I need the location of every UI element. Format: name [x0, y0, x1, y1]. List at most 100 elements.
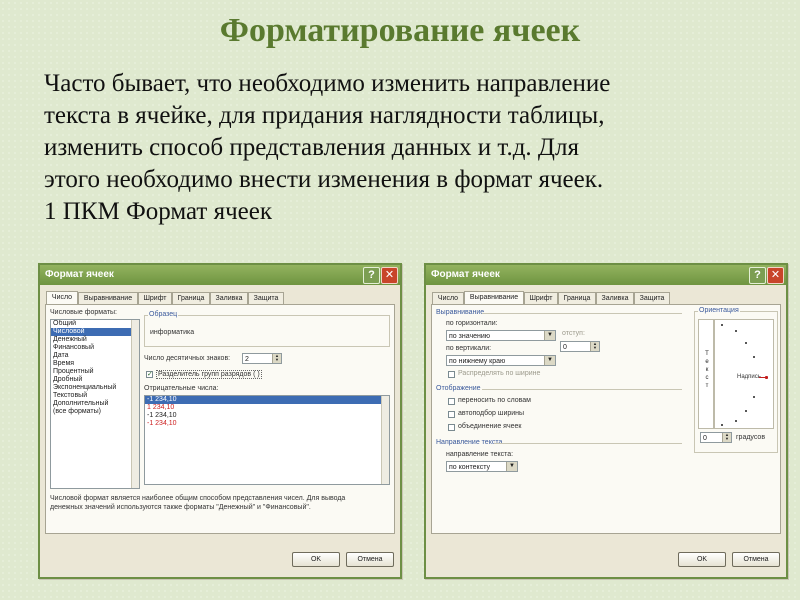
- direction-select[interactable]: по контексту ▼: [446, 461, 518, 472]
- horizontal-value: по значению: [449, 333, 491, 340]
- slide-title: Форматирование ячеек: [219, 12, 581, 49]
- help-button[interactable]: ?: [363, 267, 380, 284]
- help-button[interactable]: ?: [749, 267, 766, 284]
- tab-number[interactable]: Число: [432, 292, 464, 304]
- format-list-item[interactable]: Дробный: [51, 376, 139, 384]
- tab-font[interactable]: Шрифт: [138, 292, 172, 304]
- orientation-dial[interactable]: Надпись: [714, 319, 774, 429]
- vertical-label: по вертикали:: [446, 345, 492, 352]
- vertical-text-letter: с: [705, 375, 709, 381]
- degrees-label: градусов: [736, 434, 766, 441]
- negative-numbers-list[interactable]: -1 234,10 1 234,10 -1 234,10 -1 234,10: [144, 395, 390, 485]
- vertical-text-box[interactable]: Текст: [698, 319, 714, 429]
- spin-arrows-icon[interactable]: ▲ ▼: [722, 433, 731, 442]
- vertical-value: по нижнему краю: [449, 358, 506, 365]
- decimals-label: Число десятичных знаков:: [144, 355, 231, 362]
- autofit-checkbox[interactable]: [448, 411, 455, 418]
- wrap-label: переносить по словам: [458, 397, 531, 404]
- vertical-text-letter: Т: [705, 351, 709, 357]
- slide-body-text: Часто бывает, что необходимо изменить на…: [44, 68, 764, 228]
- orientation-dot: [745, 342, 747, 344]
- format-list-item[interactable]: Текстовый: [51, 392, 139, 400]
- scrollbar[interactable]: [381, 396, 389, 484]
- spin-arrows-icon[interactable]: ▲ ▼: [272, 354, 281, 363]
- vertical-text-letter: к: [705, 367, 709, 373]
- tab-protection[interactable]: Защита: [248, 292, 284, 304]
- spin-arrows-icon[interactable]: ▲ ▼: [590, 342, 599, 351]
- horizontal-select[interactable]: по значению ▼: [446, 330, 556, 341]
- formats-list[interactable]: Общий Числовой Денежный Финансовый Дата Время…: [50, 319, 140, 489]
- divider: [482, 389, 682, 390]
- format-list-item[interactable]: Денежный: [51, 336, 139, 344]
- text-line: Часто бывает, что необходимо изменить на…: [44, 70, 611, 97]
- ok-button[interactable]: OK: [292, 552, 340, 567]
- description-line: Числовой формат является наиболее общим …: [50, 495, 346, 502]
- format-list-item[interactable]: Числовой: [51, 328, 139, 336]
- orientation-dot: [753, 356, 755, 358]
- chevron-down-icon[interactable]: ▼: [506, 462, 517, 471]
- horizontal-label: по горизонтали:: [446, 320, 498, 327]
- close-button[interactable]: ✕: [767, 267, 784, 284]
- tab-panel-alignment: Выравнивание по горизонтали: по значению…: [431, 304, 781, 534]
- indent-stepper[interactable]: 0 ▲ ▼: [560, 341, 600, 352]
- format-cells-dialog-alignment: Формат ячеек ? ✕ Число Выравнивание Шриф…: [424, 263, 788, 579]
- format-list-item[interactable]: Процентный: [51, 368, 139, 376]
- ok-button[interactable]: OK: [678, 552, 726, 567]
- display-heading: Отображение: [436, 385, 481, 392]
- tab-fill[interactable]: Заливка: [596, 292, 634, 304]
- tab-alignment[interactable]: Выравнивание: [464, 291, 524, 304]
- autofit-label: автоподбор ширины: [458, 410, 525, 417]
- format-list-item[interactable]: Общий: [51, 320, 139, 328]
- description-line: денежных значений используются также фор…: [50, 504, 311, 511]
- merge-checkbox[interactable]: [448, 424, 455, 431]
- chevron-down-icon[interactable]: ▼: [544, 356, 555, 365]
- tab-font[interactable]: Шрифт: [524, 292, 558, 304]
- cancel-button[interactable]: Отмена: [346, 552, 394, 567]
- separator-checkbox[interactable]: ✓: [146, 371, 153, 378]
- vertical-select[interactable]: по нижнему краю ▼: [446, 355, 556, 366]
- negative-number-option[interactable]: 1 234,10: [145, 404, 389, 412]
- orientation-dot: [721, 424, 723, 426]
- format-list-item[interactable]: Дополнительный: [51, 400, 139, 408]
- decimals-stepper[interactable]: 2 ▲ ▼: [242, 353, 282, 364]
- tab-alignment[interactable]: Выравнивание: [78, 292, 138, 304]
- format-list-item[interactable]: Время: [51, 360, 139, 368]
- dialog-titlebar[interactable]: Формат ячеек ? ✕: [426, 265, 786, 285]
- chevron-down-icon[interactable]: ▼: [544, 331, 555, 340]
- negative-number-option[interactable]: -1 234,10: [145, 420, 389, 428]
- degrees-stepper[interactable]: 0 ▲ ▼: [700, 432, 732, 443]
- tab-fill[interactable]: Заливка: [210, 292, 248, 304]
- negative-label: Отрицательные числа:: [144, 385, 219, 392]
- decimals-value: 2: [245, 356, 249, 363]
- cancel-button[interactable]: Отмена: [732, 552, 780, 567]
- distribute-checkbox[interactable]: [448, 371, 455, 378]
- dialog-title: Формат ячеек: [431, 269, 500, 280]
- distribute-label: Распределять по ширине: [458, 370, 541, 377]
- wrap-checkbox[interactable]: [448, 398, 455, 405]
- negative-number-option[interactable]: -1 234,10: [145, 412, 389, 420]
- text-line: 1 ПКМ Формат ячеек: [44, 198, 273, 225]
- format-list-item[interactable]: Экспоненциальный: [51, 384, 139, 392]
- scrollbar[interactable]: [131, 320, 139, 488]
- sample-value: информатика: [150, 329, 195, 336]
- format-list-item[interactable]: Финансовый: [51, 344, 139, 352]
- negative-number-option[interactable]: -1 234,10: [145, 396, 389, 404]
- format-list-item[interactable]: (все форматы): [51, 408, 139, 416]
- formats-label: Числовые форматы:: [50, 309, 117, 316]
- sample-label: Образец: [148, 311, 179, 318]
- close-button[interactable]: ✕: [381, 267, 398, 284]
- indent-value: 0: [563, 344, 567, 351]
- text-line: этого необходимо внести изменения в форм…: [44, 166, 604, 193]
- tab-border[interactable]: Граница: [558, 292, 596, 304]
- format-list-item[interactable]: Дата: [51, 352, 139, 360]
- tab-protection[interactable]: Защита: [634, 292, 670, 304]
- format-cells-dialog-number: Формат ячеек ? ✕ Число Выравнивание Шриф…: [38, 263, 402, 579]
- dialog-titlebar[interactable]: Формат ячеек ? ✕: [40, 265, 400, 285]
- orientation-pointer[interactable]: [765, 376, 768, 379]
- tab-border[interactable]: Граница: [172, 292, 210, 304]
- direction-value: по контексту: [449, 464, 490, 471]
- text-line: текста в ячейке, для придания наглядност…: [44, 102, 605, 129]
- divider: [482, 313, 682, 314]
- orientation-line: [759, 377, 765, 378]
- tab-number[interactable]: Число: [46, 291, 78, 304]
